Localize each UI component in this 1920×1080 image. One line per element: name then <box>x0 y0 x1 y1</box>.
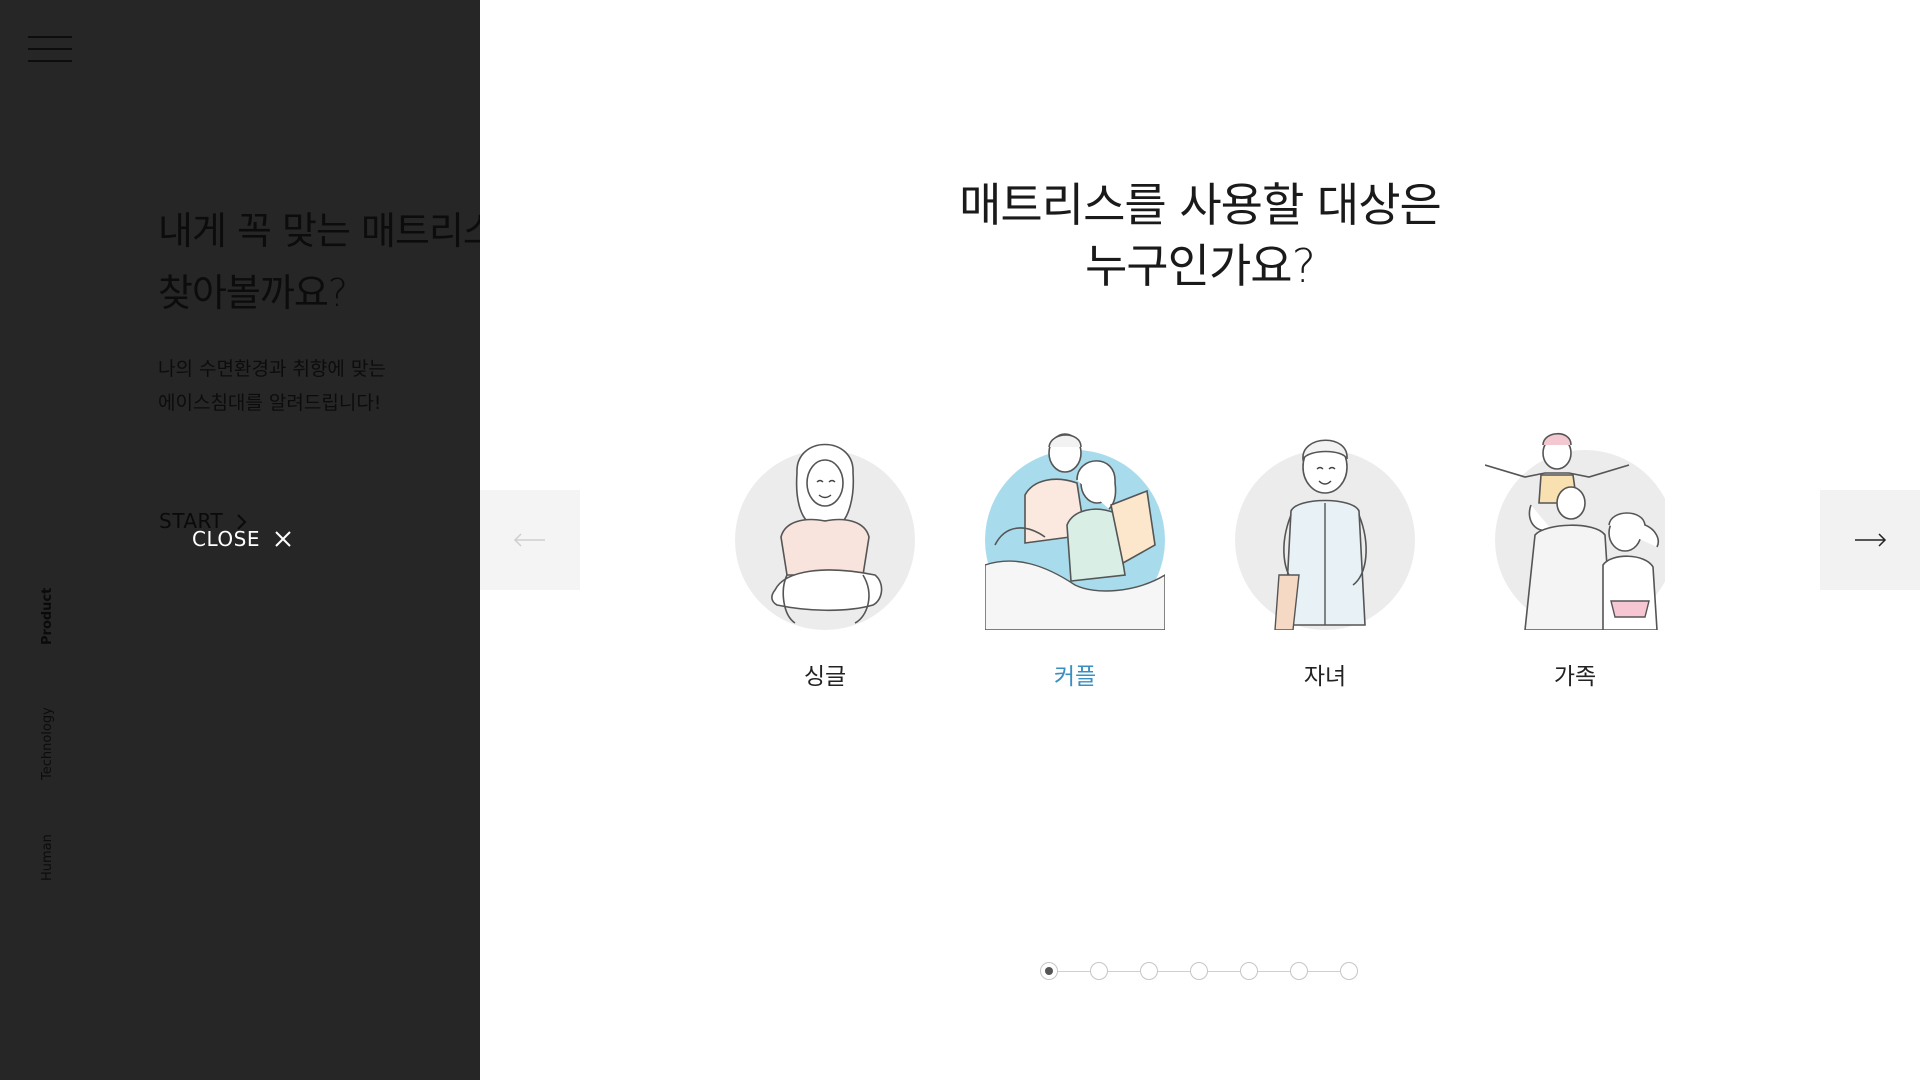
question-title: 매트리스를 사용할 대상은 누구인가요? <box>959 178 1442 293</box>
close-button[interactable]: CLOSE <box>192 526 292 552</box>
option-label: 가족 <box>1553 664 1597 690</box>
pager-dot-2[interactable] <box>1090 962 1108 980</box>
option-single[interactable]: 싱글 <box>720 425 930 695</box>
survey-panel: 매트리스를 사용할 대상은 누구인가요? 싱글 커플 자녀 가족 <box>480 0 1920 1080</box>
next-button[interactable] <box>1820 490 1920 590</box>
pager-dot-5[interactable] <box>1240 962 1258 980</box>
option-child[interactable]: 자녀 <box>1220 425 1430 695</box>
option-couple[interactable]: 커플 <box>970 425 1180 695</box>
intro-title: 내게 꼭 맞는 매트리스 찾아볼까요? <box>158 209 480 315</box>
menu-icon[interactable] <box>28 34 72 66</box>
close-icon <box>275 531 291 547</box>
intro-panel: 내게 꼭 맞는 매트리스 찾아볼까요? 나의 수면환경과 취향에 맞는 에이스침… <box>0 0 480 1080</box>
child-illustration <box>1235 439 1415 630</box>
arrow-right-icon <box>1855 533 1887 547</box>
prev-button[interactable] <box>480 490 580 590</box>
pager-dot-7[interactable] <box>1340 962 1358 980</box>
pager-dot-1[interactable] <box>1040 962 1058 980</box>
side-nav-product[interactable]: Product <box>40 588 55 645</box>
close-label: CLOSE <box>192 527 260 551</box>
pager-dot-6[interactable] <box>1290 962 1308 980</box>
option-family[interactable]: 가족 <box>1470 425 1680 695</box>
side-nav-human[interactable]: Human <box>40 834 55 881</box>
side-nav-technology[interactable]: Technology <box>40 707 55 780</box>
pager-dot-4[interactable] <box>1190 962 1208 980</box>
couple-illustration <box>985 433 1165 630</box>
single-person-illustration <box>735 443 915 630</box>
step-pager <box>1040 962 1370 982</box>
option-label: 커플 <box>1053 664 1097 690</box>
pager-dot-3[interactable] <box>1140 962 1158 980</box>
option-label: 싱글 <box>803 664 847 690</box>
option-label: 자녀 <box>1303 664 1347 690</box>
family-illustration <box>1485 432 1665 630</box>
intro-description: 나의 수면환경과 취향에 맞는 에이스침대를 알려드립니다! <box>158 358 386 414</box>
arrow-left-icon <box>513 533 545 547</box>
